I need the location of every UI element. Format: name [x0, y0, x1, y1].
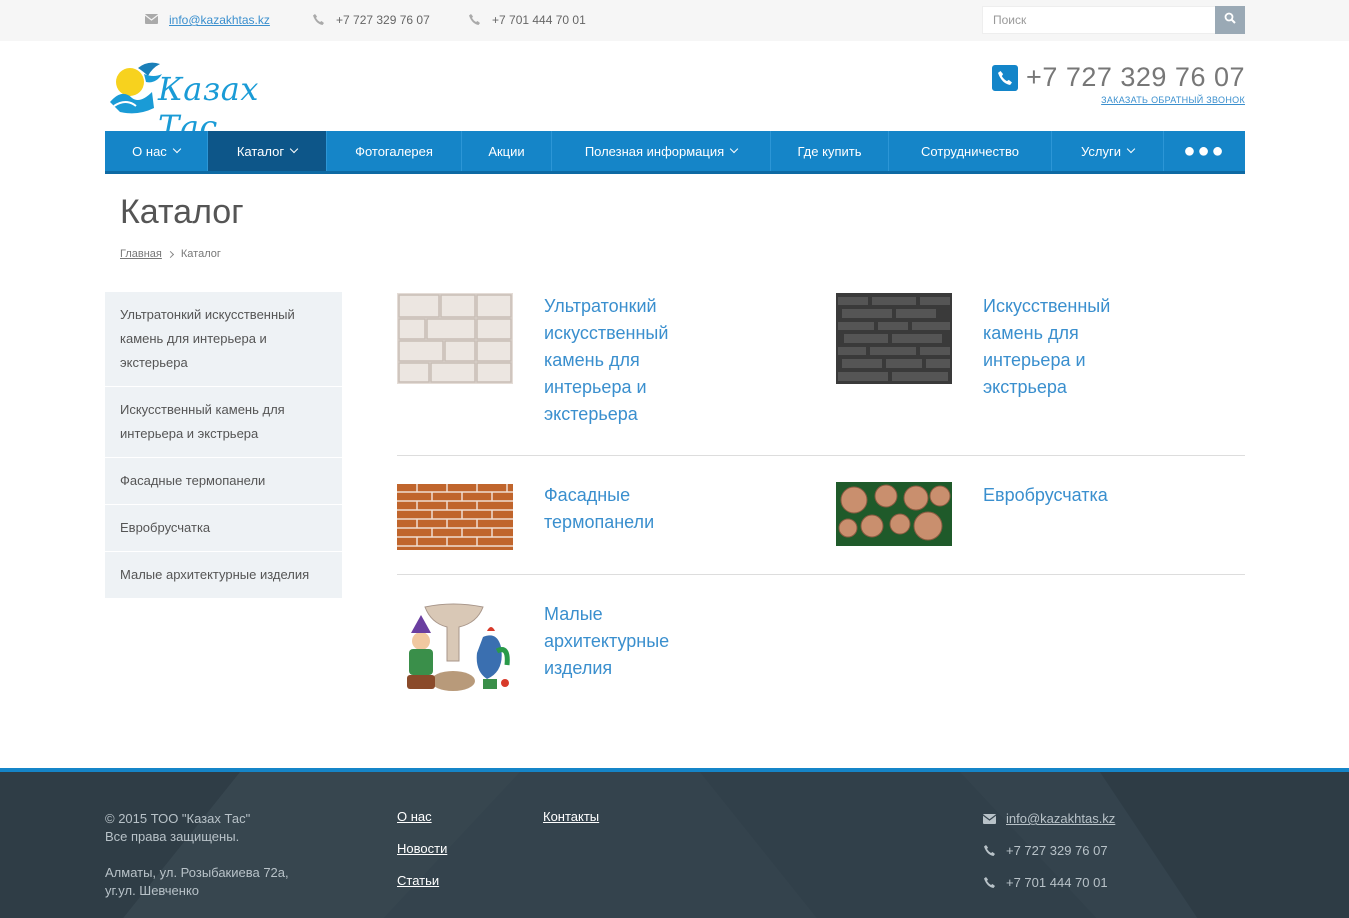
nav-item-label: О нас: [132, 143, 167, 159]
search-button[interactable]: [1215, 6, 1245, 34]
phone-icon: [982, 845, 996, 856]
nav-more-button[interactable]: ●●●: [1164, 131, 1245, 171]
breadcrumb-current: Каталог: [180, 248, 221, 260]
topbar-email[interactable]: info@kazakhtas.kz: [144, 13, 270, 27]
breadcrumb: Главная Каталог: [120, 248, 221, 260]
nav-item-label: Где купить: [797, 143, 862, 159]
topbar-phone-1: +7 727 329 76 07: [312, 13, 430, 27]
footer-phone-1: +7 727 329 76 07: [982, 843, 1108, 858]
sidebar-item-artificial-stone[interactable]: Искусственный камень для интерьера и экс…: [105, 387, 342, 458]
header-phone: +7 727 329 76 07: [992, 62, 1245, 93]
footer-email-link[interactable]: info@kazakhtas.kz: [1006, 811, 1115, 826]
envelope-icon: [144, 14, 159, 26]
catalog-divider: [397, 455, 1245, 456]
topbar-phone-2-text: +7 701 444 70 01: [492, 13, 586, 27]
chevron-down-icon: [289, 144, 299, 154]
nav-item-catalog[interactable]: Каталог: [208, 131, 327, 171]
brick-panel-image[interactable]: [397, 482, 513, 552]
more-dots-icon: ●●●: [1183, 139, 1226, 162]
topbar-phone-1-text: +7 727 329 76 07: [336, 13, 430, 27]
dark-stone-image[interactable]: [836, 293, 952, 384]
phone-icon: [468, 14, 480, 26]
catalog-item-title[interactable]: Малые архитектурные изделия: [544, 601, 694, 695]
footer-company-info: © 2015 ТОО "Казах Тас" Все права защищен…: [105, 810, 289, 900]
main-nav: О нас Каталог Фотогалерея Акции Полезная…: [105, 131, 1245, 174]
footer-address-line-2: уг.ул. Шевченко: [105, 883, 200, 898]
garden-figures-image[interactable]: [397, 601, 513, 695]
phone-icon: [992, 64, 1019, 91]
nav-item-where-to-buy[interactable]: Где купить: [771, 131, 889, 171]
chevron-down-icon: [729, 144, 739, 154]
breadcrumb-home-link[interactable]: Главная: [120, 248, 162, 260]
nav-item-useful-info[interactable]: Полезная информация: [552, 131, 771, 171]
nav-item-label: Полезная информация: [584, 143, 725, 159]
footer-link-contacts[interactable]: Контакты: [543, 809, 599, 824]
nav-item-promotions[interactable]: Акции: [462, 131, 552, 171]
catalog-item[interactable]: Малые архитектурные изделия: [397, 601, 694, 695]
footer-link-news[interactable]: Новости: [397, 841, 447, 856]
light-stone-image[interactable]: [397, 293, 513, 384]
search-input[interactable]: [982, 6, 1215, 34]
catalog-item[interactable]: Ультратонкий искусственный камень для ин…: [397, 293, 694, 428]
sidebar-item-paving[interactable]: Евробрусчатка: [105, 505, 342, 552]
chevron-down-icon: [172, 144, 182, 154]
search-form: [982, 6, 1245, 34]
sidebar-item-ultrathin-stone[interactable]: Ультратонкий искусственный камень для ин…: [105, 292, 342, 387]
envelope-icon: [982, 813, 996, 824]
nav-item-label: Сотрудничество: [921, 143, 1019, 159]
catalog-item-title[interactable]: Евробрусчатка: [983, 482, 1133, 546]
catalog-item[interactable]: Фасадные термопанели: [397, 482, 694, 552]
footer-phone-1-text: +7 727 329 76 07: [1006, 843, 1108, 858]
catalog-item-title[interactable]: Искусственный камень для интерьера и экс…: [983, 293, 1133, 401]
phone-icon: [982, 877, 996, 888]
nav-item-services[interactable]: Услуги: [1052, 131, 1164, 171]
footer-link-articles[interactable]: Статьи: [397, 873, 439, 888]
sidebar-item-facade-panels[interactable]: Фасадные термопанели: [105, 458, 342, 505]
footer-address-line-1: Алматы, ул. Розыбакиева 72а,: [105, 865, 289, 880]
catalog-item[interactable]: Евробрусчатка: [836, 482, 1133, 546]
site-logo[interactable]: Казах Тас: [108, 58, 328, 146]
site-footer: © 2015 ТОО "Казах Тас" Все права защищен…: [0, 768, 1349, 918]
sidebar-menu: Ультратонкий искусственный камень для ин…: [105, 292, 342, 599]
nav-item-label: Акции: [488, 143, 525, 159]
search-icon: [1224, 11, 1236, 29]
nav-item-gallery[interactable]: Фотогалерея: [327, 131, 462, 171]
footer-copyright: © 2015 ТОО "Казах Тас": [105, 811, 251, 826]
footer-rights: Все права защищены.: [105, 829, 240, 844]
catalog-item[interactable]: Искусственный камень для интерьера и экс…: [836, 293, 1133, 401]
chevron-right-icon: [166, 250, 174, 258]
nav-item-label: Фотогалерея: [355, 143, 433, 159]
nav-item-label: Услуги: [1081, 143, 1121, 159]
footer-phone-2: +7 701 444 70 01: [982, 875, 1108, 890]
page-title: Каталог: [120, 193, 244, 231]
footer-link-about[interactable]: О нас: [397, 809, 432, 824]
topbar-email-link[interactable]: info@kazakhtas.kz: [169, 13, 270, 27]
topbar-phone-2: +7 701 444 70 01: [468, 13, 586, 27]
chevron-down-icon: [1126, 144, 1136, 154]
catalog-item-title[interactable]: Фасадные термопанели: [544, 482, 694, 552]
footer-email[interactable]: info@kazakhtas.kz: [982, 811, 1115, 826]
nav-item-about[interactable]: О нас: [105, 131, 208, 171]
phone-icon: [312, 14, 324, 26]
header-phone-number: +7 727 329 76 07: [1026, 62, 1245, 92]
paving-stones-image[interactable]: [836, 482, 952, 546]
nav-item-cooperation[interactable]: Сотрудничество: [889, 131, 1052, 171]
catalog-item-title[interactable]: Ультратонкий искусственный камень для ин…: [544, 293, 694, 428]
footer-phone-2-text: +7 701 444 70 01: [1006, 875, 1108, 890]
nav-item-label: Каталог: [236, 143, 285, 159]
callback-link[interactable]: ЗАКАЗАТЬ ОБРАТНЫЙ ЗВОНОК: [1101, 95, 1245, 105]
catalog-divider: [397, 574, 1245, 575]
sidebar-item-small-architecture[interactable]: Малые архитектурные изделия: [105, 552, 342, 599]
top-bar: info@kazakhtas.kz +7 727 329 76 07 +7 70…: [0, 0, 1349, 41]
